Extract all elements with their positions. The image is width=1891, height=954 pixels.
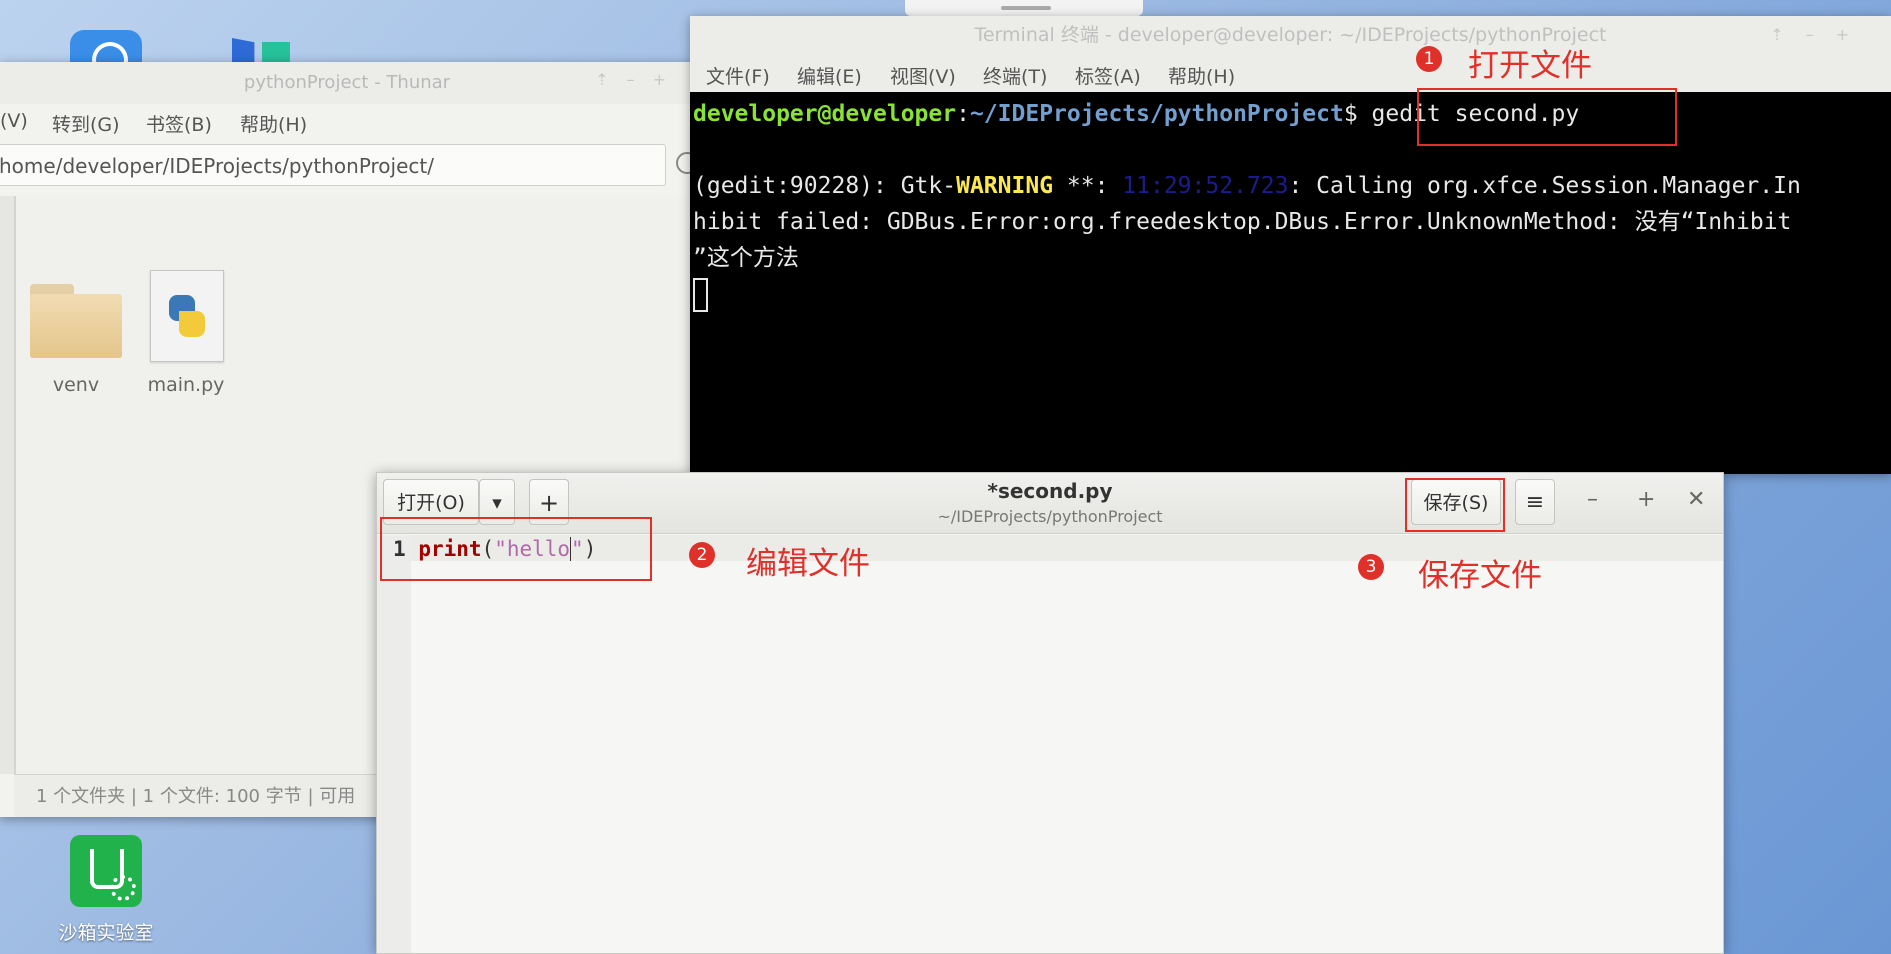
terminal-cursor	[693, 277, 708, 312]
menu-file[interactable]: 文件(F)	[706, 62, 770, 89]
hamburger-menu-button[interactable]: ≡	[1515, 479, 1555, 525]
thunar-title: pythonProject - Thunar	[0, 62, 694, 104]
menu-tabs[interactable]: 标签(A)	[1075, 62, 1141, 89]
menu-view[interactable]: (V)	[0, 110, 28, 132]
annotation-label-save-file: 保存文件	[1418, 558, 1542, 594]
folder-icon[interactable]	[30, 284, 122, 360]
menu-terminal[interactable]: 终端(T)	[983, 62, 1047, 89]
menu-help[interactable]: 帮助(H)	[1168, 62, 1235, 89]
annotation-badge-1: 1	[1416, 46, 1442, 72]
annotation-label-open-file: 打开文件	[1468, 48, 1592, 84]
terminal-output[interactable]: developer@developer:~/IDEProjects/python…	[693, 96, 1891, 312]
annotation-box-code	[380, 517, 652, 581]
close-icon[interactable]: ✕	[1687, 487, 1705, 512]
thunar-window-controls[interactable]: ⇡–+	[595, 70, 684, 89]
top-panel-handle[interactable]	[905, 0, 1143, 16]
location-bar[interactable]: home/developer/IDEProjects/pythonProject…	[0, 144, 666, 186]
prompt-path: ~/IDEProjects/pythonProject	[969, 101, 1344, 127]
output-prefix: (gedit:90228): Gtk-	[693, 173, 957, 199]
prompt-user: developer@developer	[693, 101, 957, 127]
output-warning: WARNING	[956, 173, 1054, 199]
annotation-label-edit-file: 编辑文件	[746, 546, 870, 582]
gear-icon	[110, 875, 136, 901]
sandbox-lab-label: 沙箱实验室	[58, 922, 154, 944]
python-file-icon[interactable]	[150, 270, 224, 362]
terminal-window-controls[interactable]: ⇡–+	[1770, 16, 1871, 54]
text-editor[interactable]: 1 print("hello")	[377, 535, 1723, 953]
file-label-main-py[interactable]: main.py	[140, 374, 232, 396]
output-rest: : Calling org.xfce.Session.Manager.In	[1288, 173, 1801, 199]
menu-go[interactable]: 转到(G)	[52, 110, 120, 137]
sandbox-lab-icon[interactable]	[70, 835, 142, 907]
annotation-badge-3: 3	[1358, 554, 1384, 580]
terminal-window[interactable]: Terminal 终端 - developer@developer: ~/IDE…	[690, 16, 1891, 474]
menu-view[interactable]: 视图(V)	[890, 62, 956, 89]
terminal-title: Terminal 终端 - developer@developer: ~/IDE…	[690, 16, 1891, 54]
desktop-app-icon[interactable]	[70, 30, 142, 78]
menu-bookmarks[interactable]: 书签(B)	[146, 110, 212, 137]
output-stars: **:	[1053, 173, 1123, 199]
line-gutter	[377, 535, 411, 953]
menu-edit[interactable]: 编辑(E)	[797, 62, 862, 89]
output-line-3: ”这个方法	[693, 245, 799, 271]
annotation-box-command	[1417, 88, 1677, 146]
thunar-menubar: (V) 转到(G) 书签(B) 帮助(H)	[0, 104, 694, 140]
maximize-icon[interactable]: +	[1637, 487, 1655, 512]
terminal-menubar: 文件(F) 编辑(E) 视图(V) 终端(T) 标签(A) 帮助(H)	[690, 54, 1891, 92]
thunar-sidebar[interactable]	[0, 196, 14, 774]
annotation-box-save	[1405, 478, 1505, 532]
output-timestamp: 11:29:52.723	[1122, 173, 1289, 199]
menu-icon: ≡	[1525, 490, 1545, 515]
menu-help[interactable]: 帮助(H)	[240, 110, 307, 137]
minimize-icon[interactable]: –	[1587, 487, 1598, 512]
file-label-venv[interactable]: venv	[40, 374, 112, 396]
annotation-badge-2: 2	[689, 542, 715, 568]
output-line-2: hibit failed: GDBus.Error:org.freedeskto…	[693, 209, 1792, 235]
